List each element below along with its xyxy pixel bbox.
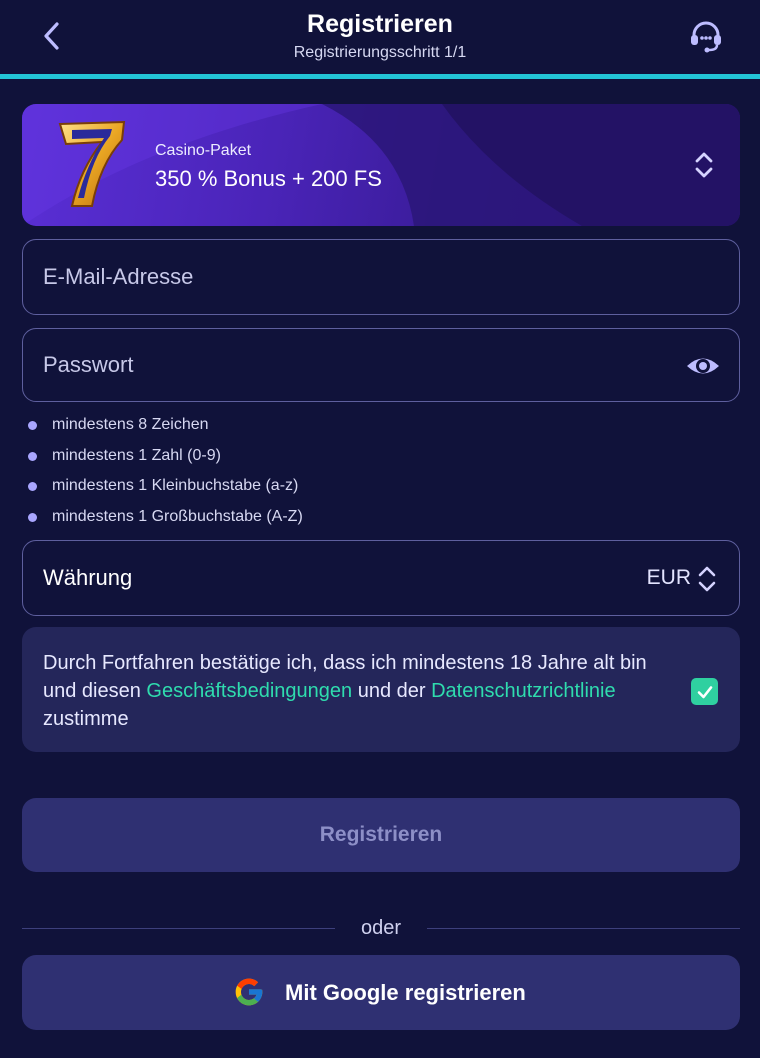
or-divider: oder [22, 914, 740, 944]
password-rule: mindestens 1 Großbuchstabe (A-Z) [26, 505, 303, 536]
page-subtitle: Registrierungsschritt 1/1 [293, 44, 467, 61]
terms-text: Durch Fortfahren bestätige ich, dass ich… [43, 652, 647, 730]
password-rule: mindestens 8 Zeichen [26, 413, 303, 444]
bonus-label: Casino-Paket [155, 142, 252, 159]
password-rule: mindestens 1 Kleinbuchstabe (a-z) [26, 474, 303, 505]
bonus-value: 350 % Bonus + 200 FS [155, 166, 382, 191]
currency-value: EUR [646, 566, 691, 589]
terms-link[interactable]: Geschäftsbedingungen [146, 680, 352, 702]
currency-label: Währung [43, 565, 133, 590]
header: Registrieren Registrierungsschritt 1/1 [0, 0, 760, 79]
divider-line [427, 928, 740, 929]
register-button[interactable]: Registrieren [22, 798, 740, 872]
terms-box: Durch Fortfahren bestätige ich, dass ich… [22, 627, 740, 752]
lucky-seven-icon [58, 120, 126, 207]
toggle-password-visibility-button[interactable] [685, 349, 721, 383]
google-icon [235, 978, 263, 1006]
privacy-link[interactable]: Datenschutzrichtlinie [431, 680, 616, 702]
password-rule: mindestens 1 Zahl (0-9) [26, 444, 303, 475]
bullet-icon [28, 421, 37, 430]
password-input[interactable] [43, 329, 643, 401]
terms-checkbox[interactable] [691, 678, 718, 705]
chevron-up-down-icon [698, 566, 716, 592]
google-register-button[interactable]: Mit Google registrieren [22, 955, 740, 1030]
currency-selector[interactable]: Währung EUR [22, 540, 740, 616]
page-title: Registrieren [307, 10, 453, 38]
checkmark-icon [697, 685, 712, 698]
google-button-label: Mit Google registrieren [285, 980, 526, 1005]
email-field[interactable] [22, 239, 740, 315]
eye-icon [687, 358, 719, 374]
password-rules: mindestens 8 Zeichen mindestens 1 Zahl (… [26, 413, 303, 535]
headset-icon [691, 21, 721, 53]
bullet-icon [28, 451, 37, 461]
progress-bar [0, 74, 760, 79]
bullet-icon [28, 512, 37, 522]
bullet-icon [28, 482, 37, 491]
support-button[interactable] [684, 14, 728, 58]
password-field[interactable] [22, 328, 740, 402]
chevron-up-down-icon [695, 152, 713, 178]
bonus-selector[interactable]: Casino-Paket 350 % Bonus + 200 FS [22, 104, 740, 226]
registration-page: Registrieren Registrierungsschritt 1/1 C… [0, 0, 760, 1058]
email-input[interactable] [43, 240, 643, 314]
